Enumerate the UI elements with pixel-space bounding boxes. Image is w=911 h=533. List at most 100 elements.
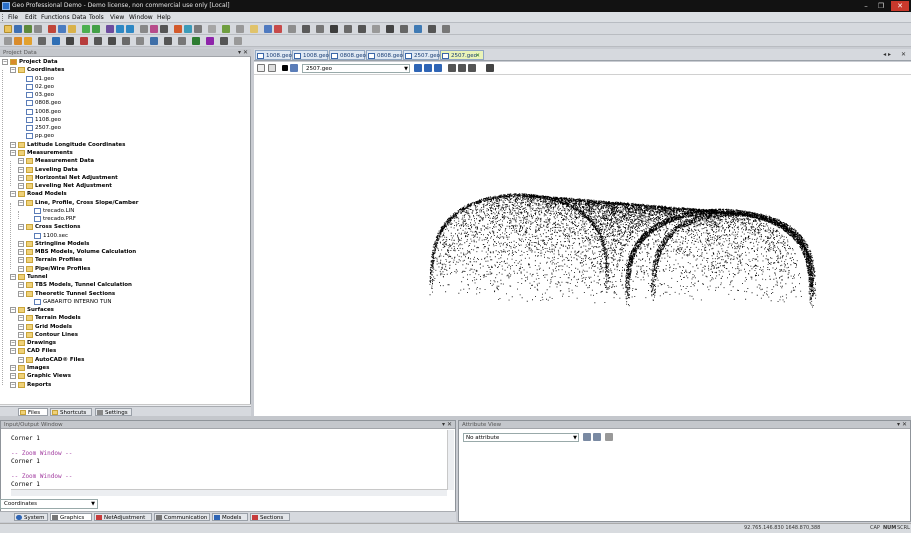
tree-node[interactable]: 1008.geo [0, 108, 250, 116]
tree-node[interactable]: − Theoretic Tunnel Sections [0, 290, 250, 298]
triangle-icon[interactable] [358, 25, 366, 33]
tree-node[interactable]: 01.geo [0, 75, 250, 83]
collapse-icon[interactable]: − [18, 183, 24, 190]
menu-window[interactable]: Window [129, 14, 153, 21]
collapse-icon[interactable]: − [10, 307, 16, 314]
print-icon[interactable] [34, 25, 42, 33]
io-pin-icon[interactable]: ▾ ✕ [442, 421, 452, 429]
tree-node[interactable]: − Leveling Data [0, 166, 250, 174]
tree-node[interactable]: 02.geo [0, 83, 250, 91]
tab-system[interactable]: System [14, 513, 48, 521]
zoom-out-icon[interactable] [126, 25, 134, 33]
attribute-select[interactable]: No attribute ▼ [463, 433, 579, 442]
collapse-icon[interactable]: − [18, 224, 24, 231]
folder-icon[interactable] [250, 25, 258, 33]
view-side-icon[interactable] [434, 64, 442, 72]
tree-node[interactable]: − Horizontal Net Adjustment [0, 174, 250, 182]
doc-tab-0808-geo[interactable]: 0808.geo [329, 50, 366, 60]
settings-icon[interactable] [208, 25, 216, 33]
tree-node[interactable]: − Cross Sections [0, 223, 250, 231]
tree-node[interactable]: trecado.PRF [0, 215, 250, 223]
tree-node[interactable]: 1100.sec [0, 232, 250, 240]
tab-sections[interactable]: Sections [250, 513, 290, 521]
io-vertical-scrollbar[interactable] [447, 430, 454, 490]
tree-node[interactable]: − Pipe/Wire Profiles [0, 265, 250, 273]
tunnel-icon[interactable] [234, 37, 242, 45]
zoom-in-icon[interactable] [116, 25, 124, 33]
collapse-icon[interactable]: − [10, 381, 16, 388]
tree-node[interactable]: − AutoCAD® Files [0, 356, 250, 364]
collapse-icon[interactable]: − [18, 290, 24, 297]
tree-node[interactable]: 1108.geo [0, 116, 250, 124]
polyline-icon[interactable] [194, 25, 202, 33]
pick-point-icon[interactable] [80, 37, 88, 45]
polygon-icon[interactable] [94, 37, 102, 45]
tree-node[interactable]: − Latitude Longitude Coordinates [0, 141, 250, 149]
doc-tab-0808-geo-2[interactable]: 0808.geo [366, 50, 403, 60]
snap-icon[interactable] [330, 25, 338, 33]
tab-netadjustment[interactable]: NetAdjustment [94, 513, 152, 521]
collapse-icon[interactable]: − [10, 348, 16, 355]
collapse-icon[interactable]: − [18, 166, 24, 173]
cut-icon[interactable] [48, 25, 56, 33]
tree-node[interactable]: − Line, Profile, Cross Slope/Camber [0, 199, 250, 207]
tree-node[interactable]: − Coordinates [0, 66, 250, 74]
view-front-icon[interactable] [424, 64, 432, 72]
line-icon[interactable] [184, 25, 192, 33]
layers-icon[interactable] [106, 25, 114, 33]
spline-icon[interactable] [122, 37, 130, 45]
collapse-icon[interactable]: − [10, 373, 16, 380]
collapse-icon[interactable]: − [10, 149, 16, 156]
redo-icon[interactable] [92, 25, 100, 33]
attribute-settings-icon[interactable] [605, 433, 613, 441]
pane-pin-icon[interactable]: ▾ ✕ [238, 49, 248, 57]
tree-node[interactable]: − Drawings [0, 339, 250, 347]
collapse-icon[interactable]: − [18, 257, 24, 264]
command-input[interactable]: Coordinates ▼ [0, 499, 98, 509]
open-icon[interactable] [14, 25, 22, 33]
collapse-icon[interactable]: − [18, 356, 24, 363]
tab-settings[interactable]: Settings [95, 408, 132, 416]
tree-node[interactable]: − Images [0, 364, 250, 372]
tree-node[interactable]: − Project Data [0, 58, 250, 66]
run-icon[interactable] [222, 25, 230, 33]
zoom-extents-icon[interactable] [52, 37, 60, 45]
collapse-icon[interactable]: − [18, 331, 24, 338]
io-horizontal-scrollbar[interactable] [11, 489, 447, 496]
hand-icon[interactable] [24, 37, 32, 45]
zoom-out-icon[interactable] [468, 64, 476, 72]
collapse-icon[interactable]: − [18, 199, 24, 206]
trim-icon[interactable] [150, 37, 158, 45]
graphic-canvas[interactable] [254, 75, 911, 416]
fillet-icon[interactable] [178, 37, 186, 45]
tree-node[interactable]: − Terrain Profiles [0, 256, 250, 264]
menu-edit[interactable]: Edit [25, 14, 37, 21]
collapse-icon[interactable]: − [10, 67, 16, 74]
tree-node[interactable]: 2507.geo [0, 124, 250, 132]
view-settings-icon[interactable] [257, 64, 265, 72]
rotate-icon[interactable] [316, 25, 324, 33]
pan-icon[interactable] [14, 37, 22, 45]
menu-file[interactable]: File [8, 14, 18, 21]
doc-tab-2507-geo[interactable]: 2507.geo [403, 50, 440, 60]
close-button[interactable]: ✕ [891, 1, 909, 11]
tree-node[interactable]: − Graphic Views [0, 372, 250, 380]
cursor-icon[interactable] [66, 37, 74, 45]
tree-node[interactable]: − Road Models [0, 190, 250, 198]
tree-node[interactable]: − Stringline Models [0, 240, 250, 248]
contour-icon[interactable] [192, 37, 200, 45]
tree-node[interactable]: − TBS Models, Tunnel Calculation [0, 281, 250, 289]
pen-icon[interactable] [150, 25, 158, 33]
collapse-icon[interactable]: − [18, 282, 24, 289]
tree-node[interactable]: − Measurements [0, 149, 250, 157]
collapse-icon[interactable]: − [10, 340, 16, 347]
arc-icon[interactable] [108, 37, 116, 45]
coordinate-file-select[interactable]: 2507.geo ▼ [302, 64, 410, 73]
tree-node[interactable]: − Measurement Data [0, 157, 250, 165]
hatch-icon[interactable] [428, 25, 436, 33]
tree-node[interactable]: − Tunnel [0, 273, 250, 281]
close-tab-icon[interactable]: ✕ [475, 51, 480, 61]
tree-node[interactable]: − Grid Models [0, 323, 250, 331]
collapse-icon[interactable]: − [18, 249, 24, 256]
collapse-icon[interactable]: − [18, 323, 24, 330]
